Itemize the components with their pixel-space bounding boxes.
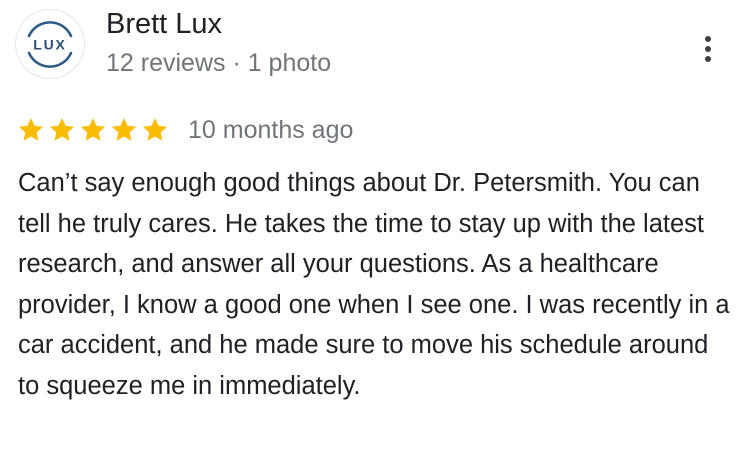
star-icon (80, 118, 106, 141)
reviewer-meta: 12 reviews · 1 photo (106, 49, 332, 77)
lux-logo: LUX (17, 11, 83, 77)
more-vert-icon (705, 36, 711, 62)
star-rating (16, 112, 171, 148)
star-icon (18, 118, 44, 141)
svg-text:LUX: LUX (33, 37, 66, 53)
review-text: Can’t say enough good things about Dr. P… (18, 169, 730, 400)
reviewer-avatar[interactable]: LUX (16, 10, 84, 78)
star-icon (111, 118, 137, 141)
reviewer-name[interactable]: Brett Lux (106, 6, 222, 42)
review-card: LUX Brett Lux 12 reviews · 1 photo 10 mo… (0, 0, 736, 456)
rating-row: 10 months ago (16, 112, 353, 148)
review-time-ago: 10 months ago (188, 116, 354, 144)
more-options-button[interactable] (690, 28, 726, 70)
star-icon (49, 118, 75, 141)
star-icon (142, 118, 168, 141)
